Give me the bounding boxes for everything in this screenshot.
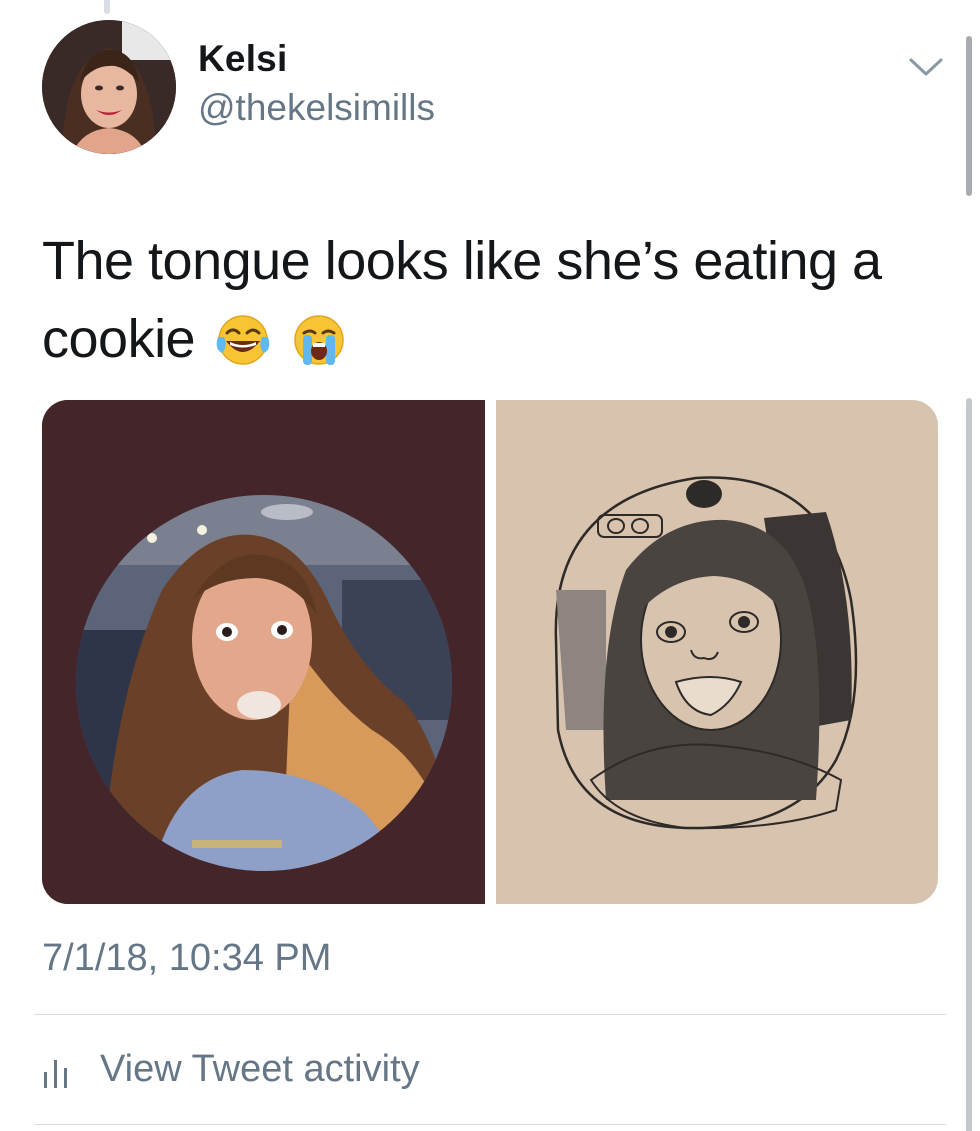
profile-photo-image bbox=[42, 400, 485, 904]
loudly-crying-face-icon bbox=[290, 311, 348, 369]
thread-connector bbox=[104, 0, 110, 14]
more-options-button[interactable] bbox=[908, 56, 944, 78]
drawing-image bbox=[496, 400, 938, 904]
divider bbox=[34, 1014, 946, 1015]
avatar-photo bbox=[42, 20, 176, 154]
display-name[interactable]: Kelsi bbox=[198, 38, 287, 80]
face-with-tears-of-joy-icon bbox=[214, 311, 272, 369]
media-photo-2[interactable] bbox=[496, 400, 938, 904]
scrollbar-track[interactable] bbox=[966, 398, 972, 1131]
tweet-timestamp[interactable]: 7/1/18, 10:34 PM bbox=[42, 937, 331, 980]
chevron-down-icon bbox=[909, 58, 943, 76]
divider bbox=[34, 1124, 946, 1125]
media-grid bbox=[42, 400, 938, 904]
tweet-text: The tongue looks like she’s eating a coo… bbox=[42, 222, 942, 378]
avatar[interactable] bbox=[42, 20, 176, 154]
media-photo-1[interactable] bbox=[42, 400, 485, 904]
user-handle[interactable]: @thekelsimills bbox=[198, 87, 435, 129]
view-tweet-activity-link[interactable]: View Tweet activity bbox=[42, 1044, 420, 1094]
tweet-body: The tongue looks like she’s eating a coo… bbox=[42, 231, 882, 369]
scrollbar-thumb[interactable] bbox=[966, 36, 972, 196]
bar-chart-icon bbox=[42, 1056, 70, 1090]
activity-label: View Tweet activity bbox=[100, 1047, 420, 1090]
